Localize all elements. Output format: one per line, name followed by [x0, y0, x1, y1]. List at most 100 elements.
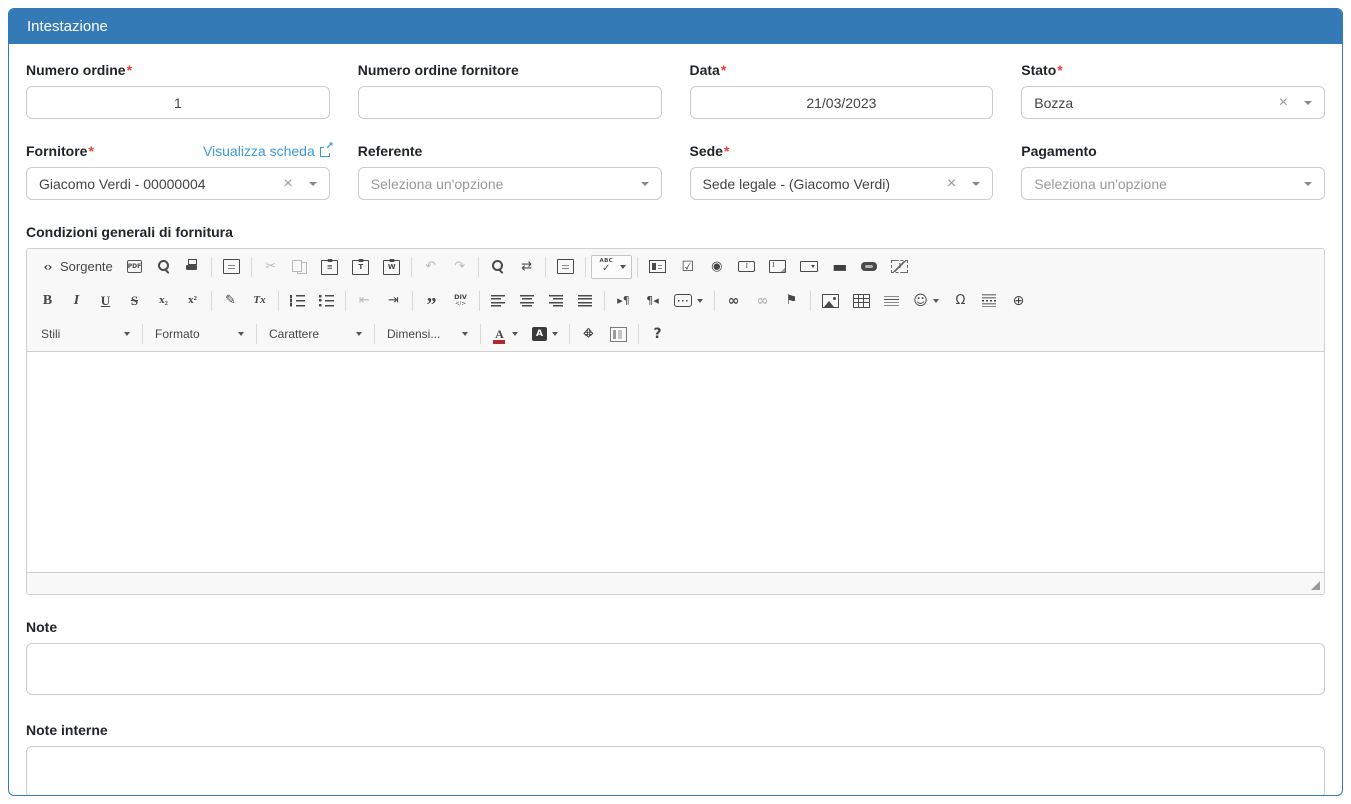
maximize-icon	[581, 327, 596, 342]
spellcheck-button[interactable]: ✓	[591, 255, 632, 279]
stato-field: Stato* Bozza ×	[1021, 62, 1325, 119]
subscript-button[interactable]: x₂	[150, 289, 177, 312]
image-button-button[interactable]	[855, 258, 883, 275]
condizioni-section: Condizioni generali di fornitura ‹›Sorge…	[26, 224, 1325, 595]
toolbar-separator	[211, 257, 212, 277]
link-button[interactable]: ∞	[720, 289, 747, 312]
export-pdf-icon: PDF	[127, 260, 142, 273]
numero-ordine-input[interactable]	[26, 86, 330, 119]
paste-text-button[interactable]	[346, 254, 375, 279]
about-button[interactable]: ?	[644, 323, 671, 346]
text-field-button[interactable]	[732, 257, 761, 276]
fornitore-select[interactable]: Giacomo Verdi - 00000004 ×	[26, 167, 330, 200]
blockquote-button[interactable]: ”	[418, 285, 445, 316]
maximize-button[interactable]	[575, 323, 602, 346]
image-button[interactable]	[816, 290, 845, 312]
special-char-button[interactable]: Ω	[947, 289, 974, 312]
pagamento-select[interactable]: Seleziona un'opzione	[1021, 167, 1325, 200]
print-button[interactable]	[179, 255, 206, 278]
anchor-button[interactable]: ⚑	[778, 289, 805, 312]
resize-handle-icon[interactable]	[1311, 581, 1320, 590]
paste-word-button[interactable]	[377, 254, 406, 279]
numero-ordine-fornitore-field: Numero ordine fornitore	[358, 62, 662, 119]
show-blocks-button[interactable]	[604, 323, 633, 346]
select-all-icon	[557, 259, 574, 274]
bidi-ltr-button[interactable]: ▸¶	[610, 289, 637, 312]
superscript-button[interactable]: x²	[179, 289, 206, 312]
toolbar-separator	[411, 257, 412, 277]
size-combo[interactable]: Dimensi...	[380, 322, 475, 346]
bidi-rtl-button[interactable]: ¶◂	[639, 289, 666, 312]
condizioni-label: Condizioni generali di fornitura	[26, 224, 1325, 240]
source-button[interactable]: ‹›Sorgente	[34, 255, 119, 278]
paste-button[interactable]	[315, 254, 344, 279]
format-combo[interactable]: Formato	[148, 322, 251, 346]
horizontal-rule-button[interactable]	[878, 291, 905, 310]
button-field-button[interactable]: ▬	[826, 255, 853, 278]
remove-format-icon: Tx	[252, 293, 267, 308]
clear-icon[interactable]: ×	[283, 176, 292, 192]
align-left-button[interactable]	[485, 291, 512, 311]
underline-button[interactable]: U	[92, 289, 119, 312]
select-all-button[interactable]	[551, 255, 580, 278]
text-color-button[interactable]: A	[486, 323, 524, 346]
sede-select[interactable]: Sede legale - (Giacomo Verdi) ×	[690, 167, 994, 200]
find-button[interactable]	[484, 255, 511, 278]
copy-icon	[292, 260, 307, 274]
remove-format-button[interactable]: Tx	[246, 289, 273, 312]
align-center-button[interactable]	[514, 291, 541, 311]
strike-button[interactable]: S	[121, 289, 148, 312]
copy-formatting-button[interactable]: ✎	[217, 289, 244, 312]
preview-button[interactable]	[150, 255, 177, 278]
data-input[interactable]	[690, 86, 994, 119]
form-button[interactable]	[643, 256, 672, 277]
print-icon	[185, 259, 200, 274]
bold-button[interactable]: B	[34, 289, 61, 312]
numbered-list-button[interactable]	[284, 291, 311, 311]
clear-icon[interactable]: ×	[1279, 95, 1288, 111]
toolbar-separator	[256, 324, 257, 344]
cut-icon: ✂	[263, 259, 278, 274]
replace-button[interactable]: ⇄	[513, 255, 540, 278]
visualizza-scheda-link[interactable]: Visualizza scheda	[203, 143, 330, 159]
page-break-button[interactable]	[976, 290, 1003, 311]
textarea-icon	[769, 260, 786, 273]
toolbar-separator	[478, 257, 479, 277]
note-interne-section: Note interne	[26, 722, 1325, 796]
referente-select[interactable]: Seleziona un'opzione	[358, 167, 662, 200]
toolbar-separator	[480, 324, 481, 344]
outdent-button: ⇤	[351, 289, 378, 312]
bg-color-button[interactable]: A	[526, 323, 564, 345]
italic-button[interactable]: I	[63, 289, 90, 312]
note-textarea[interactable]	[26, 643, 1325, 695]
smiley-button[interactable]: ☺	[907, 289, 945, 312]
editor-content-area[interactable]	[27, 352, 1324, 572]
align-justify-button[interactable]	[572, 291, 599, 311]
stato-select[interactable]: Bozza ×	[1021, 86, 1325, 119]
panel-body: Numero ordine* Numero ordine fornitore D…	[9, 44, 1342, 796]
language-button[interactable]	[668, 290, 709, 311]
indent-button[interactable]: ⇥	[380, 289, 407, 312]
sede-field: Sede* Sede legale - (Giacomo Verdi) ×	[690, 143, 994, 200]
data-field: Data*	[690, 62, 994, 119]
note-interne-textarea[interactable]	[26, 746, 1325, 796]
styles-combo[interactable]: Stili	[34, 322, 137, 346]
preview-icon	[156, 259, 171, 274]
align-left-icon	[491, 295, 506, 307]
align-right-button[interactable]	[543, 291, 570, 311]
table-button[interactable]	[847, 290, 876, 312]
select-field-button[interactable]	[794, 257, 824, 276]
radio-button[interactable]: ◉	[703, 255, 730, 278]
iframe-button[interactable]: ⊕	[1005, 289, 1032, 312]
bulleted-list-button[interactable]	[313, 291, 340, 311]
templates-button[interactable]	[217, 255, 246, 278]
font-combo[interactable]: Carattere	[262, 322, 369, 346]
textarea-button[interactable]	[763, 256, 792, 277]
clear-icon[interactable]: ×	[947, 176, 956, 192]
numero-ordine-fornitore-input[interactable]	[358, 86, 662, 119]
div-container-button[interactable]: DIV	[447, 289, 474, 312]
export-pdf-button[interactable]: PDF	[121, 256, 148, 277]
required-asterisk: *	[1057, 62, 1062, 78]
hidden-field-button[interactable]	[885, 256, 914, 277]
checkbox-button[interactable]: ☑	[674, 255, 701, 278]
